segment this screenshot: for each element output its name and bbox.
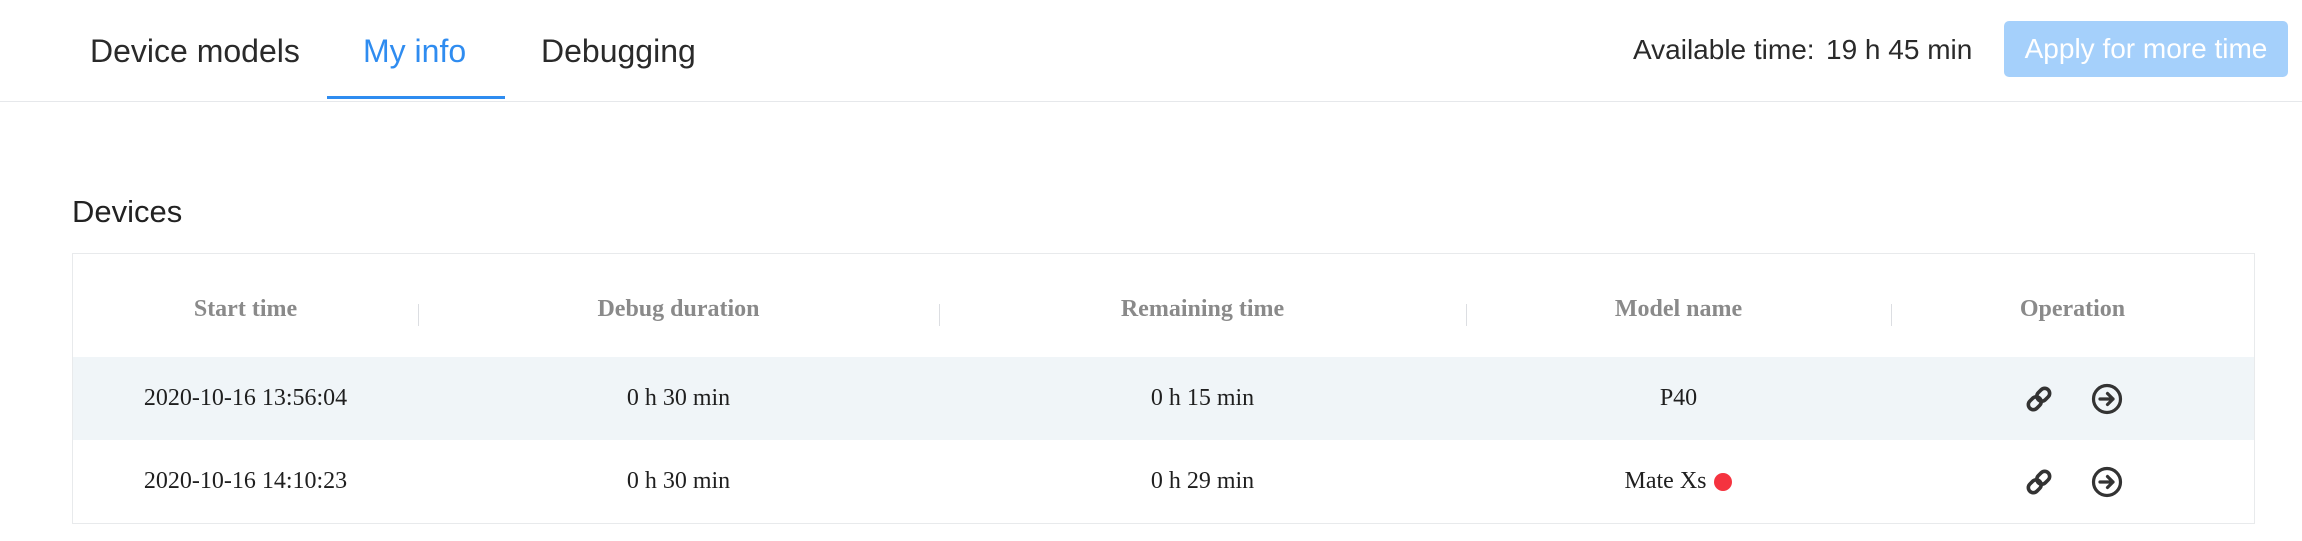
column-header-start-time: Start time [193,296,298,322]
operation-cell [1891,440,2254,523]
column-header-debug-duration: Debug duration [597,296,760,322]
column-header-remaining-time: Remaining time [1120,296,1285,322]
arrow-right-circle-icon[interactable] [2089,464,2125,500]
column-divider[interactable] [1466,304,1467,326]
remaining-time-cell: 0 h 29 min [1150,468,1255,494]
active-tab-indicator [327,96,505,99]
start-time-cell: 2020-10-16 13:56:04 [143,385,348,411]
operation-cell [1891,357,2254,440]
column-header-model-name: Model name [1614,296,1743,322]
table-row: 2020-10-16 14:10:23 0 h 30 min 0 h 29 mi… [73,440,2254,523]
model-name: P40 [1659,385,1698,411]
column-divider[interactable] [939,304,940,326]
link-icon[interactable] [2021,464,2057,500]
model-name-cell: P40 [1466,357,1891,440]
debug-duration-cell: 0 h 30 min [626,468,731,494]
devices-table: Start time Debug duration Remaining time… [72,253,2255,524]
top-navigation-bar: Device models My info Debugging Availabl… [0,0,2302,102]
table-header-row: Start time Debug duration Remaining time… [73,254,2254,357]
debug-duration-cell: 0 h 30 min [626,385,731,411]
table-row: 2020-10-16 13:56:04 0 h 30 min 0 h 15 mi… [73,357,2254,440]
section-title-devices: Devices [72,194,183,229]
start-time-cell: 2020-10-16 14:10:23 [143,468,348,494]
tab-my-info[interactable]: My info [363,0,466,101]
arrow-right-circle-icon[interactable] [2089,381,2125,417]
column-divider[interactable] [418,304,419,326]
tab-device-models[interactable]: Device models [90,0,300,101]
apply-for-more-time-button[interactable]: Apply for more time [2004,21,2288,77]
status-dot [1714,472,1733,491]
remaining-time-cell: 0 h 15 min [1150,385,1255,411]
available-time-value: 19 h 45 min [1826,34,1973,65]
column-divider[interactable] [1891,304,1892,326]
tab-debugging[interactable]: Debugging [541,0,696,101]
column-header-operation: Operation [2019,296,2126,322]
link-icon[interactable] [2021,381,2057,417]
model-name: Mate Xs [1624,468,1707,494]
model-name-cell: Mate Xs [1466,440,1891,523]
available-time-label: Available time: [1633,34,1815,65]
